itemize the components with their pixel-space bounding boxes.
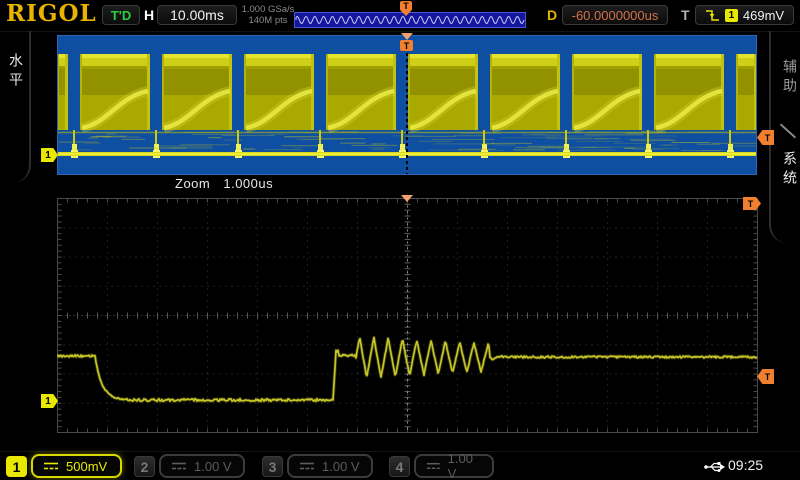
overview-waveform-display: [57, 35, 757, 175]
overview-channel1-position-marker[interactable]: 1: [41, 148, 58, 162]
menu-tab-system-label[interactable]: 系统: [780, 151, 800, 189]
status-bar: RIGOL T'D H 10.00ms 1.000 GSa/s 140M pts…: [0, 0, 800, 32]
overview-trigger-level-marker[interactable]: T: [757, 130, 774, 145]
trigger-settings-field[interactable]: 1 469mV: [695, 5, 794, 25]
zoom-trigger-corner-badge[interactable]: T: [743, 197, 761, 210]
delay-field[interactable]: -60.0000000us: [562, 5, 668, 25]
overview-trigger-position-marker[interactable]: T: [400, 33, 413, 51]
menu-tab-utility-label[interactable]: 辅助: [780, 59, 800, 97]
channel-1-button[interactable]: 1: [6, 456, 27, 477]
zoom-trigger-level-marker[interactable]: T: [757, 369, 774, 384]
channel-4-scale: 1.00 V: [448, 451, 482, 480]
channel-2-scale-box[interactable]: 1.00 V: [159, 454, 245, 478]
rigol-logo: RIGOL: [6, 0, 97, 27]
channel-2-scale: 1.00 V: [194, 459, 232, 474]
trigger-marker-arrow-icon: [401, 33, 413, 40]
channel-3-button[interactable]: 3: [262, 456, 283, 477]
timebase-field[interactable]: 10.00ms: [157, 5, 237, 25]
zoom-trigger-position-marker[interactable]: [401, 195, 413, 202]
channel-4-button[interactable]: 4: [389, 456, 410, 477]
falling-edge-icon: [705, 9, 720, 22]
channel-1-scale: 500mV: [66, 459, 107, 474]
menu-tab-horizontal[interactable]: 水平: [0, 31, 31, 183]
zoom-waveform-display: [57, 197, 758, 437]
channel-1-scale-box[interactable]: 500mV: [31, 454, 122, 478]
delay-value: -60.0000000us: [572, 8, 659, 23]
oscilloscope-screen: RIGOL T'D H 10.00ms 1.000 GSa/s 140M pts…: [0, 0, 800, 480]
tab-separator-line: [780, 124, 796, 139]
channel-3-scale-box[interactable]: 1.00 V: [287, 454, 373, 478]
sample-rate: 1.000 GSa/s: [240, 4, 296, 15]
trigger-label: T: [681, 7, 690, 23]
horizontal-label: H: [144, 7, 154, 23]
dc-coupling-icon: [43, 461, 59, 471]
memory-depth: 140M pts: [240, 15, 296, 26]
clock: 09:25: [728, 457, 763, 473]
trigger-marker-tail-icon: [401, 11, 411, 16]
zoom-scale-value: 1.000us: [223, 176, 273, 191]
delay-label: D: [547, 7, 557, 23]
dc-coupling-icon: [299, 461, 315, 471]
channel-bar: 1 500mV 2 1.00 V 3: [0, 451, 800, 480]
timebase-value: 10.00ms: [170, 7, 224, 23]
zoom-scale-label: Zoom 1.000us: [175, 176, 273, 191]
trigger-marker-label: T: [400, 1, 412, 11]
channel-2-button[interactable]: 2: [134, 456, 155, 477]
preview-trigger-position-marker[interactable]: T: [400, 1, 412, 11]
usb-icon: [704, 461, 726, 473]
trigger-level-value: 469mV: [743, 8, 784, 23]
zoom-channel1-position-marker[interactable]: 1: [41, 394, 58, 408]
trigger-marker-label: T: [400, 40, 413, 51]
trigger-status-text: T'D: [111, 8, 131, 23]
dc-coupling-icon: [171, 461, 187, 471]
trigger-source-badge: 1: [725, 9, 738, 22]
channel-3-scale: 1.00 V: [322, 459, 360, 474]
zoom-label-text: Zoom: [175, 176, 210, 191]
trigger-status-badge: T'D: [102, 5, 140, 25]
channel-4-scale-box[interactable]: 1.00 V: [414, 454, 494, 478]
dc-coupling-icon: [426, 461, 441, 471]
acquisition-info: 1.000 GSa/s 140M pts: [240, 4, 296, 26]
menu-tab-horizontal-label: 水平: [6, 53, 26, 91]
